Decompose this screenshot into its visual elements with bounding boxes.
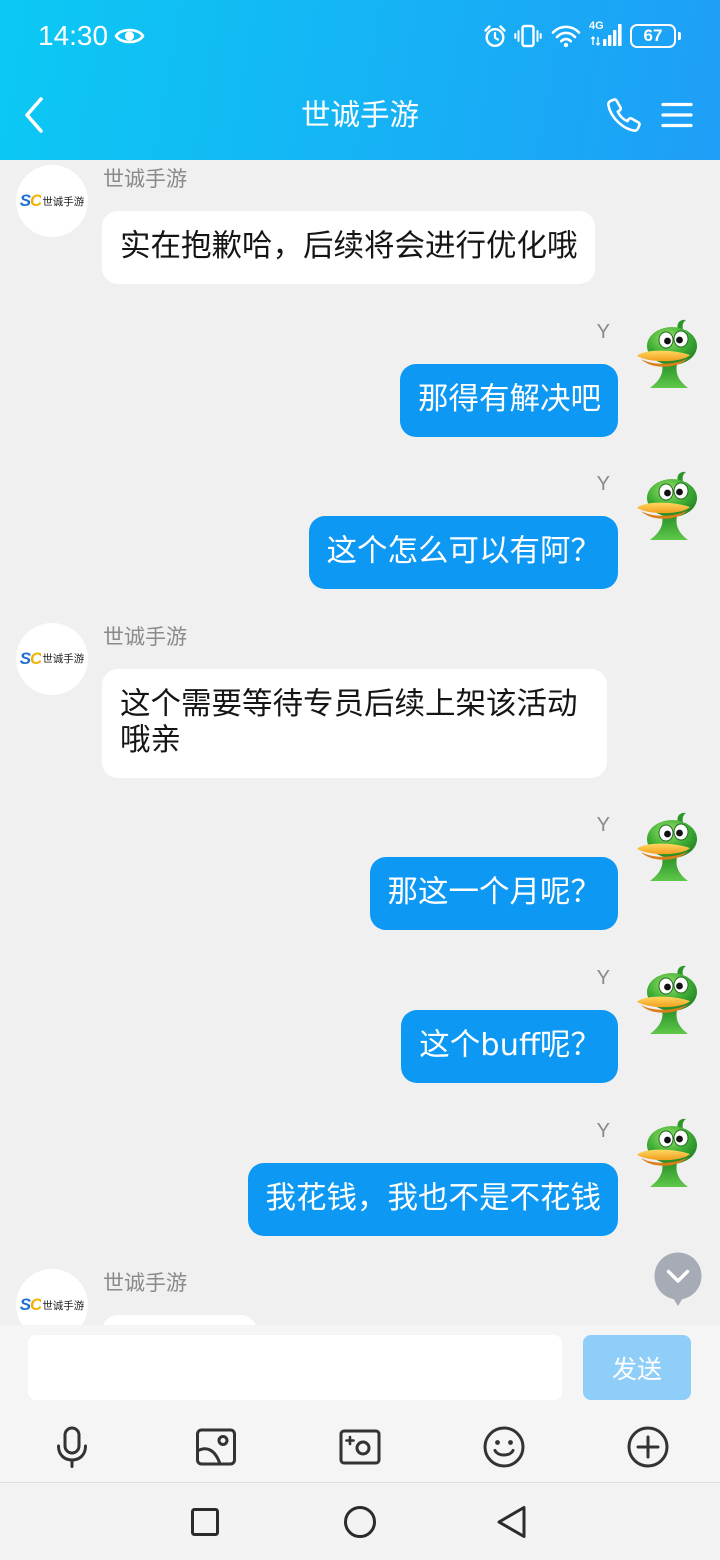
- message-outgoing: Y 这个怎么可以有阿？: [0, 470, 720, 590]
- sender-name: 世诚手游: [103, 167, 187, 191]
- user-avatar[interactable]: [633, 811, 705, 883]
- battery-nub: [678, 32, 681, 40]
- message-outgoing: Y 这个buff呢？: [0, 964, 720, 1083]
- green-duck-avatar-icon: [633, 470, 705, 542]
- logo-mark: SC: [19, 191, 43, 210]
- green-duck-avatar-icon: [633, 1117, 705, 1189]
- wifi-icon: [551, 25, 581, 48]
- more-button[interactable]: [576, 1425, 720, 1469]
- sender-name: Y: [596, 814, 610, 837]
- message-incoming: SC 世诚手游 世诚手游 实在抱歉哈，后续将会进行优化哦: [0, 165, 720, 284]
- message-incoming: SC 世诚手游 世诚手游: [0, 1269, 720, 1325]
- logo-text: 世诚手游: [42, 195, 85, 208]
- status-time: 14:30: [38, 20, 109, 51]
- green-duck-avatar-icon: [633, 318, 705, 390]
- message-bubble[interactable]: [102, 1315, 257, 1325]
- top-bar: 14:30 4G 67 世诚手游: [0, 0, 720, 160]
- logo-text: 世诚手游: [42, 1299, 85, 1312]
- signal-icon: [590, 24, 622, 47]
- contact-avatar[interactable]: SC 世诚手游: [16, 622, 88, 695]
- message-outgoing: Y 那这一个月呢？: [0, 811, 720, 931]
- system-nav-bar: [0, 1482, 720, 1560]
- emoji-icon: [483, 1426, 525, 1468]
- chevron-down-icon[interactable]: [654, 1252, 702, 1308]
- vibrate-icon: [514, 24, 542, 48]
- message-bubble[interactable]: 我花钱，我也不是不花钱: [247, 1162, 618, 1236]
- user-avatar[interactable]: [633, 1117, 705, 1189]
- sender-name: Y: [596, 320, 610, 343]
- battery-level: 67: [643, 26, 663, 45]
- menu-icon[interactable]: [661, 101, 693, 129]
- sender-name: 世诚手游: [103, 1271, 187, 1296]
- message-input[interactable]: [28, 1335, 562, 1400]
- microphone-icon: [57, 1426, 87, 1468]
- camera-button[interactable]: [288, 1425, 432, 1469]
- message-incoming: SC 世诚手游 世诚手游 这个需要等待专员后续上架该活动哦亲: [0, 622, 720, 778]
- input-toolbar: [0, 1425, 720, 1469]
- eye-icon: [114, 28, 145, 44]
- message-bubble[interactable]: 这个buff呢？: [401, 1009, 618, 1083]
- green-duck-avatar-icon: [633, 964, 705, 1036]
- voice-button[interactable]: [0, 1425, 144, 1469]
- back-icon[interactable]: [496, 1505, 528, 1539]
- user-avatar[interactable]: [633, 470, 705, 542]
- recent-apps-icon[interactable]: [191, 1508, 219, 1536]
- message-bubble[interactable]: 那这一个月呢？: [369, 857, 618, 931]
- contact-avatar[interactable]: SC 世诚手游: [16, 1269, 88, 1325]
- phone-icon[interactable]: [606, 97, 642, 133]
- sender-name: 世诚手游: [103, 624, 187, 649]
- user-avatar[interactable]: [633, 318, 705, 390]
- battery-icon: 67: [630, 24, 676, 48]
- emoji-button[interactable]: [432, 1425, 576, 1469]
- home-icon[interactable]: [344, 1506, 376, 1538]
- alarm-icon: [484, 25, 506, 48]
- message-bubble[interactable]: 这个怎么可以有阿？: [308, 516, 618, 590]
- sender-name: Y: [596, 1119, 610, 1142]
- message-bubble[interactable]: 这个需要等待专员后续上架该活动哦亲: [102, 668, 607, 778]
- logo-mark: SC: [19, 1295, 43, 1315]
- camera-icon: [339, 1429, 381, 1465]
- green-duck-avatar-icon: [633, 811, 705, 883]
- send-button[interactable]: 发送: [583, 1335, 691, 1400]
- contact-avatar[interactable]: SC 世诚手游: [16, 165, 88, 237]
- message-bubble[interactable]: 那得有解决吧: [400, 363, 618, 437]
- message-list[interactable]: SC 世诚手游 世诚手游 实在抱歉哈，后续将会进行优化哦 Y 那得有解决吧 Y 这…: [0, 160, 720, 1325]
- photo-button[interactable]: [144, 1425, 288, 1469]
- logo-text: 世诚手游: [42, 653, 85, 666]
- message-outgoing: Y 我花钱，我也不是不花钱: [0, 1117, 720, 1236]
- composer: 发送: [0, 1325, 720, 1482]
- image-icon: [196, 1428, 236, 1466]
- user-avatar[interactable]: [633, 964, 705, 1036]
- plus-circle-icon: [627, 1426, 669, 1468]
- message-bubble[interactable]: 实在抱歉哈，后续将会进行优化哦: [102, 211, 595, 284]
- logo-mark: SC: [19, 648, 43, 668]
- sender-name: Y: [596, 966, 610, 989]
- sender-name: Y: [596, 473, 610, 496]
- message-outgoing: Y 那得有解决吧: [0, 318, 720, 437]
